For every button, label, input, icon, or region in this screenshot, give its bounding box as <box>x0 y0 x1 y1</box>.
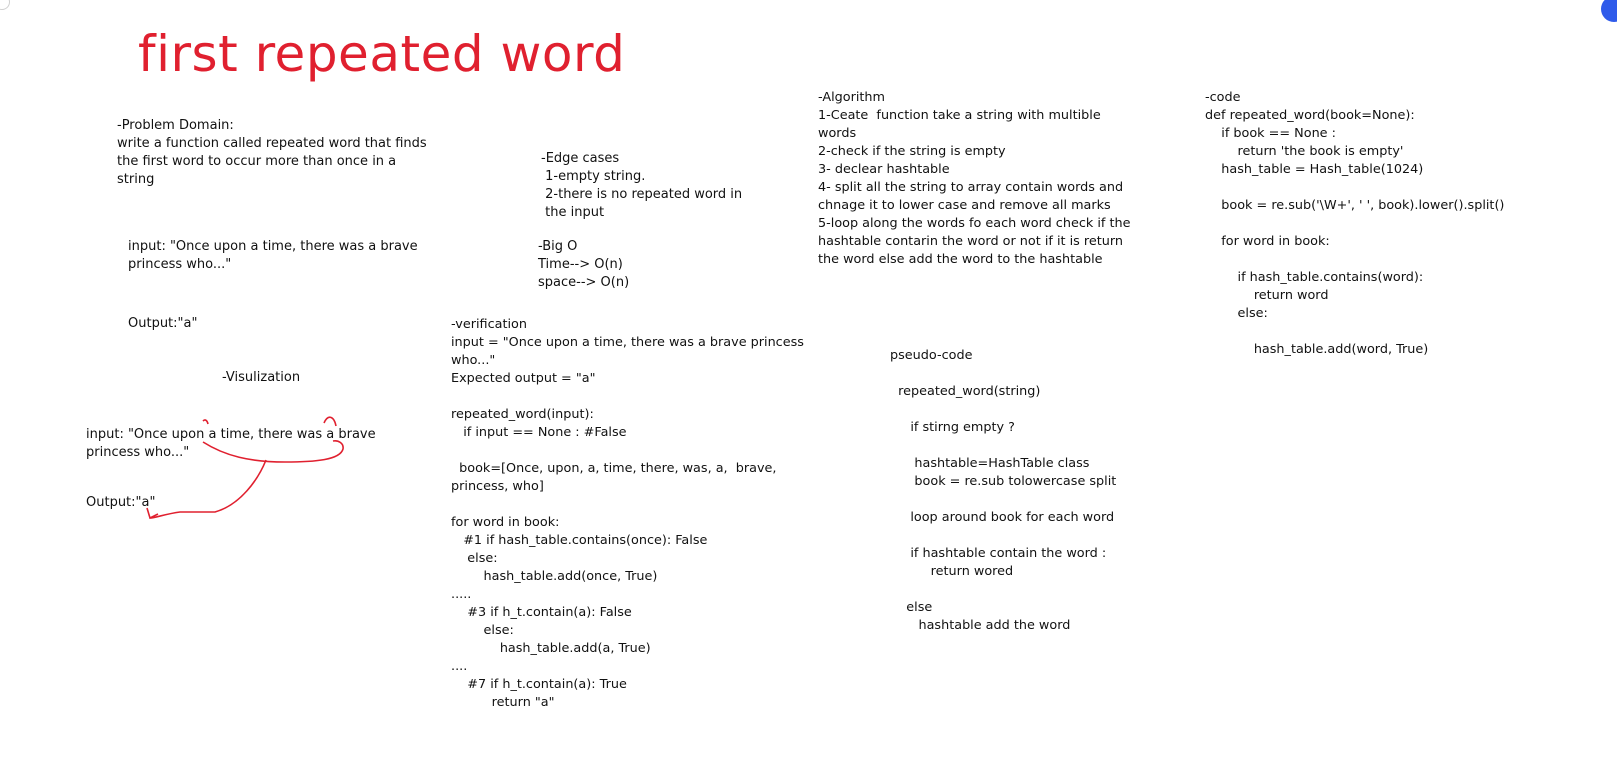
pseudo-code: pseudo-code repeated_word(string) if sti… <box>890 348 1117 633</box>
code: -code def repeated_word(book=None): if b… <box>1205 90 1505 357</box>
big-o: -Big O Time--> O(n) space--> O(n) <box>538 239 630 290</box>
edge-cases: -Edge cases 1-empty string. 2-there is n… <box>541 151 743 220</box>
algorithm: -Algorithm 1-Ceate function take a strin… <box>818 90 1131 267</box>
verification: -verification input = "Once upon a time,… <box>451 317 804 710</box>
